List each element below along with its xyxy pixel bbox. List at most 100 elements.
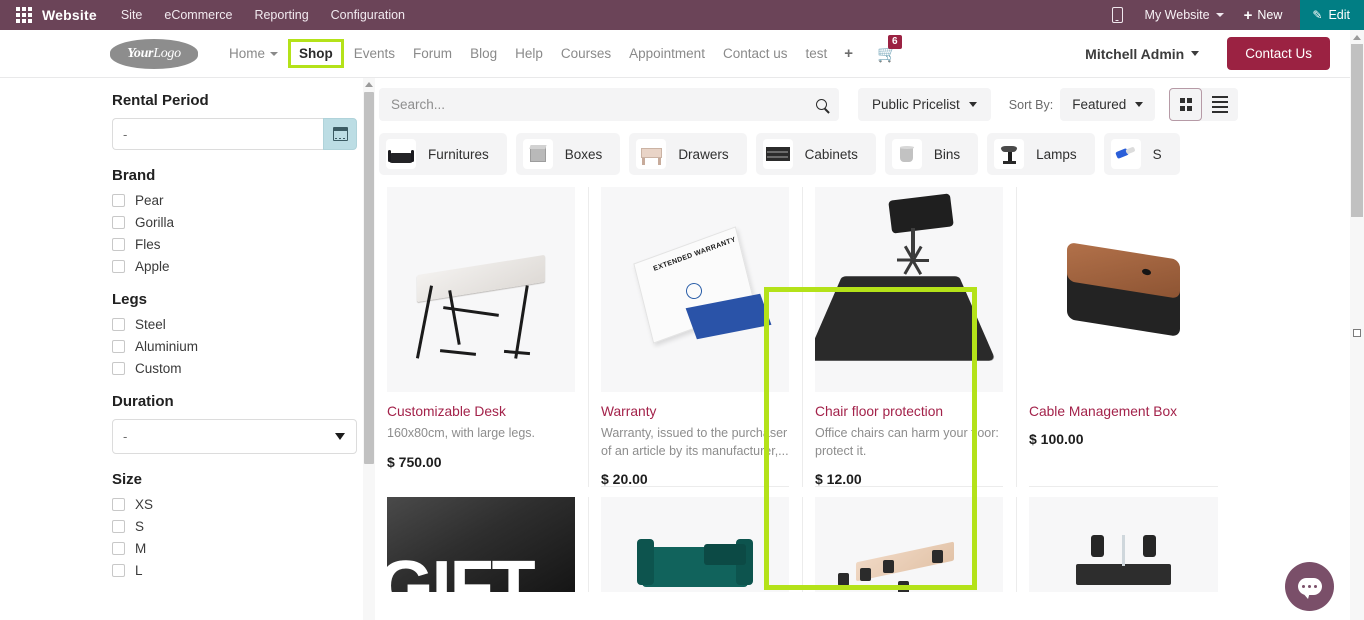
filter-brand-gorilla[interactable]: Gorilla bbox=[112, 215, 375, 230]
nav-item-contact-us[interactable]: Contact us bbox=[714, 40, 797, 67]
checkbox[interactable] bbox=[112, 362, 125, 375]
category-chip-bins[interactable]: Bins bbox=[884, 133, 979, 175]
checkbox[interactable] bbox=[112, 194, 125, 207]
sidebar-scrollbar[interactable] bbox=[363, 78, 375, 620]
chevron-down-icon[interactable] bbox=[1215, 13, 1224, 17]
nav-item-test[interactable]: test bbox=[797, 40, 837, 67]
product-name[interactable]: Warranty bbox=[601, 403, 789, 420]
page-scrollbar-thumb[interactable] bbox=[1351, 44, 1363, 217]
cabinet-thumb-icon bbox=[762, 139, 793, 169]
pricelist-dropdown[interactable]: Public Pricelist bbox=[858, 88, 991, 121]
category-chip-furnitures[interactable]: Furnitures bbox=[379, 133, 507, 175]
odoo-menu-reporting[interactable]: Reporting bbox=[254, 8, 308, 22]
product-image-meeting-table[interactable] bbox=[815, 497, 1003, 593]
mobile-preview-icon[interactable] bbox=[1111, 7, 1123, 23]
odoo-menu-ecommerce[interactable]: eCommerce bbox=[164, 8, 232, 22]
category-label: Lamps bbox=[1036, 146, 1077, 162]
search-icon[interactable] bbox=[816, 99, 827, 110]
nav-item-blog[interactable]: Blog bbox=[461, 40, 506, 67]
filter-title-size: Size bbox=[112, 471, 143, 488]
nav-item-forum[interactable]: Forum bbox=[404, 40, 461, 67]
product-card-customizable-desk[interactable]: Customizable Desk 160x80cm, with large l… bbox=[375, 187, 589, 488]
new-button[interactable]: + New bbox=[1244, 8, 1283, 23]
product-card-cable-management-box[interactable]: Cable Management Box $ 100.00 bbox=[1017, 187, 1231, 488]
product-image-customizable-desk[interactable] bbox=[387, 187, 575, 392]
website-header: Your Logo Home Shop Events Forum Blog Hel… bbox=[0, 30, 1350, 78]
checkbox[interactable] bbox=[112, 238, 125, 251]
checkbox[interactable] bbox=[112, 498, 125, 511]
checkbox[interactable] bbox=[112, 520, 125, 533]
product-name[interactable]: Chair floor protection bbox=[815, 403, 1003, 420]
chevron-down-icon[interactable] bbox=[1191, 51, 1200, 56]
checkbox[interactable] bbox=[112, 340, 125, 353]
user-menu[interactable]: Mitchell Admin bbox=[1085, 46, 1184, 62]
filter-brand-pear[interactable]: Pear bbox=[112, 193, 375, 208]
product-card-monitor-stand[interactable] bbox=[1017, 497, 1231, 593]
search-input[interactable] bbox=[391, 97, 816, 112]
contact-us-button[interactable]: Contact Us bbox=[1227, 37, 1330, 70]
filter-legs-aluminium[interactable]: Aluminium bbox=[112, 339, 375, 354]
current-app-name[interactable]: Website bbox=[42, 7, 97, 23]
sort-by-dropdown[interactable]: Featured bbox=[1060, 88, 1156, 121]
scroll-up-arrow[interactable] bbox=[365, 80, 373, 88]
scrollbar-marker[interactable] bbox=[1353, 329, 1361, 337]
filter-brand-apple[interactable]: Apple bbox=[112, 259, 375, 274]
product-card-warranty[interactable]: EXTENDED WARRANTY Warranty Warranty, iss… bbox=[589, 187, 803, 488]
product-image-cable-management-box[interactable] bbox=[1029, 187, 1218, 392]
filter-size-xs[interactable]: XS bbox=[112, 497, 375, 512]
live-chat-button[interactable] bbox=[1285, 562, 1334, 611]
filter-brand-fles[interactable]: Fles bbox=[112, 237, 375, 252]
category-chip-storage[interactable]: S bbox=[1103, 133, 1180, 175]
product-name[interactable]: Cable Management Box bbox=[1029, 403, 1218, 420]
checkbox[interactable] bbox=[112, 564, 125, 577]
filter-size-l[interactable]: L bbox=[112, 563, 375, 578]
search-box[interactable] bbox=[379, 88, 839, 121]
duration-select[interactable]: - bbox=[112, 419, 357, 454]
product-image-warranty[interactable]: EXTENDED WARRANTY bbox=[601, 187, 789, 392]
checkbox[interactable] bbox=[112, 216, 125, 229]
product-image-sofa[interactable] bbox=[601, 497, 789, 593]
filter-legs-custom[interactable]: Custom bbox=[112, 361, 375, 376]
product-image-gift-card[interactable]: GIFT bbox=[387, 497, 575, 593]
sidebar-scrollbar-thumb[interactable] bbox=[364, 92, 374, 464]
product-card-meeting-table[interactable] bbox=[803, 497, 1017, 593]
nav-item-shop[interactable]: Shop bbox=[294, 43, 338, 64]
nav-item-courses[interactable]: Courses bbox=[552, 40, 620, 67]
edit-button[interactable]: ✎ Edit bbox=[1300, 0, 1364, 30]
rental-period-input[interactable] bbox=[112, 118, 323, 150]
product-card-sofa[interactable] bbox=[589, 497, 803, 593]
nav-item-events[interactable]: Events bbox=[345, 40, 404, 67]
product-name[interactable]: Customizable Desk bbox=[387, 403, 575, 420]
cart-button[interactable]: 🛒 6 bbox=[877, 34, 902, 64]
site-logo[interactable]: Your Logo bbox=[110, 38, 198, 69]
nav-item-home[interactable]: Home bbox=[220, 40, 287, 67]
apps-grid-icon[interactable] bbox=[16, 7, 32, 23]
grid-view-button[interactable] bbox=[1169, 88, 1203, 121]
category-chip-cabinets[interactable]: Cabinets bbox=[755, 133, 876, 175]
odoo-menu-configuration[interactable]: Configuration bbox=[331, 8, 405, 22]
checkbox[interactable] bbox=[112, 542, 125, 555]
product-image-monitor-stand[interactable] bbox=[1029, 497, 1218, 593]
filter-size-s[interactable]: S bbox=[112, 519, 375, 534]
product-card-chair-floor-protection[interactable]: Chair floor protection Office chairs can… bbox=[803, 187, 1017, 488]
filter-size-xs-label: XS bbox=[135, 497, 154, 512]
filter-size-m[interactable]: M bbox=[112, 541, 375, 556]
nav-item-appointment[interactable]: Appointment bbox=[620, 40, 714, 67]
calendar-button[interactable] bbox=[323, 118, 357, 150]
product-image-chair-floor-protection[interactable] bbox=[815, 187, 1003, 392]
checkbox[interactable] bbox=[112, 260, 125, 273]
scroll-up-arrow[interactable] bbox=[1353, 33, 1361, 41]
filter-legs-steel[interactable]: Steel bbox=[112, 317, 375, 332]
list-view-button[interactable] bbox=[1202, 88, 1238, 121]
category-chip-boxes[interactable]: Boxes bbox=[515, 133, 621, 175]
category-chip-drawers[interactable]: Drawers bbox=[629, 133, 747, 175]
product-card-gift-card[interactable]: GIFT bbox=[375, 497, 589, 593]
add-page-icon[interactable]: + bbox=[836, 39, 861, 68]
website-selector[interactable]: My Website bbox=[1145, 8, 1210, 22]
odoo-menu-site[interactable]: Site bbox=[121, 8, 143, 22]
nav-item-help[interactable]: Help bbox=[506, 40, 552, 67]
checkbox[interactable] bbox=[112, 318, 125, 331]
page-scrollbar[interactable] bbox=[1350, 30, 1364, 620]
cable-box-illustration bbox=[1029, 187, 1218, 392]
category-chip-lamps[interactable]: Lamps bbox=[987, 133, 1095, 175]
